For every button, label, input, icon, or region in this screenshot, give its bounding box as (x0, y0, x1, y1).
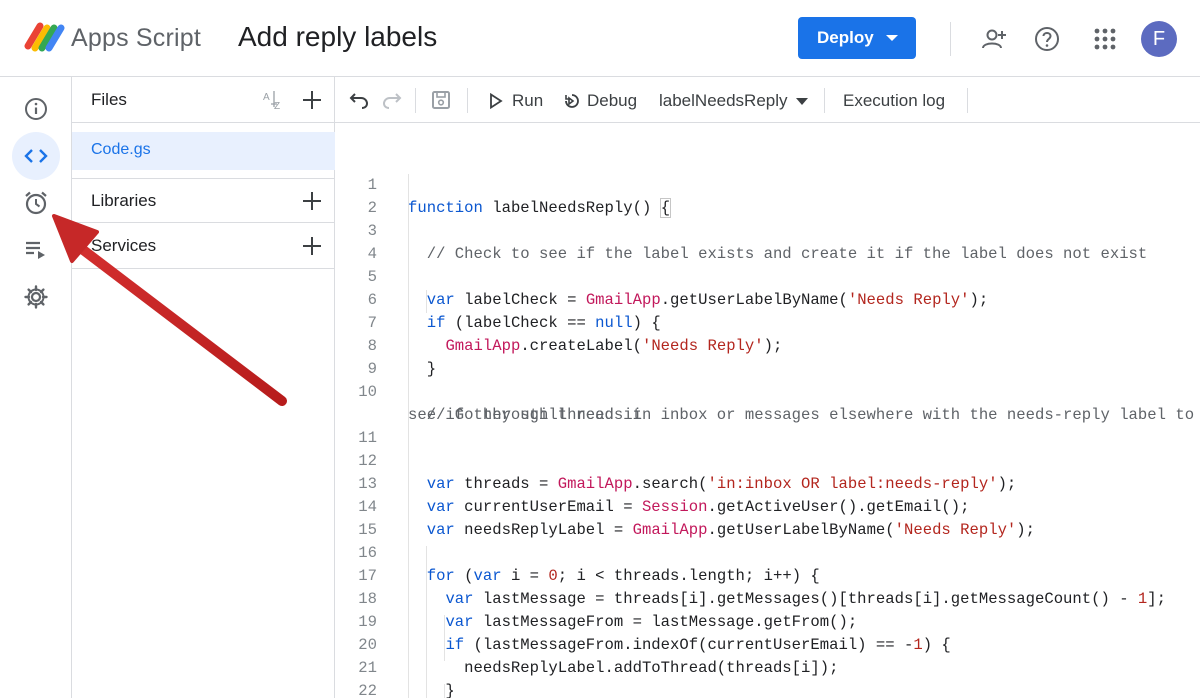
apps-grid-icon[interactable] (1092, 26, 1118, 52)
redo-icon[interactable] (382, 90, 402, 110)
add-file-plus-icon[interactable] (301, 89, 323, 111)
play-icon (490, 93, 503, 109)
code-icon (24, 149, 48, 163)
files-header: Files A Z (72, 77, 335, 123)
debug-icon (565, 94, 579, 108)
code-line: 15 (335, 496, 1200, 539)
user-avatar[interactable]: F (1141, 21, 1177, 57)
file-name: Code.gs (91, 141, 151, 158)
file-item-code-gs[interactable]: Code.gs (72, 132, 335, 170)
code-line: 16 for (var i = 0; i < threads.length; i… (335, 519, 1200, 585)
apps-script-logo[interactable] (24, 20, 66, 52)
function-selector[interactable]: labelNeedsReply (659, 89, 808, 113)
run-button[interactable]: Run (489, 89, 543, 113)
code-line: 5 var labelCheck = GmailApp.getUserLabel… (335, 243, 1200, 309)
add-service-plus-icon[interactable] (301, 235, 323, 257)
run-label: Run (512, 91, 544, 110)
code-line: 22 else { (335, 657, 1200, 698)
svg-text:A: A (263, 92, 270, 103)
files-label: Files (91, 90, 127, 109)
code-text: } (408, 682, 455, 698)
deploy-button[interactable]: Deploy (798, 17, 916, 59)
code-line: 9 (335, 335, 1200, 378)
execution-log-button[interactable]: Execution log (843, 89, 945, 113)
project-title[interactable]: Add reply labels (238, 21, 437, 53)
code-line: 6 if (labelCheck == null) { (335, 266, 1200, 332)
code-line: 17 var lastMessage = threads[i].getMessa… (335, 542, 1200, 608)
code-line-wrap: see if they still need it (335, 381, 1200, 424)
undo-icon[interactable] (349, 90, 369, 110)
save-icon[interactable] (431, 90, 451, 110)
app-header: Apps Script Add reply labels Deploy F (0, 0, 1200, 77)
line-number: 22 (358, 682, 377, 698)
code-line: 19 if (lastMessageFrom.indexOf(currentUs… (335, 588, 1200, 654)
code-line: 3 // Check to see if the label exists an… (335, 197, 1200, 263)
code-editor[interactable]: 1 function labelNeedsReply() { 2 3 // Ch… (335, 123, 1200, 698)
gear-icon (24, 285, 48, 309)
toolbar-divider (467, 88, 468, 113)
code-line: 18 var lastMessageFrom = lastMessage.get… (335, 565, 1200, 631)
code-line: 21 } (335, 634, 1200, 698)
function-name: labelNeedsReply (659, 91, 788, 110)
code-line: 14 var needsReplyLabel = GmailApp.getUse… (335, 473, 1200, 539)
debug-label: Debug (587, 91, 638, 110)
code-line: 1 function labelNeedsReply() { (335, 151, 1200, 218)
alarm-clock-icon (25, 191, 47, 215)
rail-overview[interactable] (12, 85, 60, 133)
code-line: 12 var threads = GmailApp.search('in:inb… (335, 427, 1200, 493)
rail-triggers[interactable] (12, 179, 60, 227)
add-library-plus-icon[interactable] (301, 190, 323, 212)
rail-settings[interactable] (12, 273, 60, 321)
services-row: Services (72, 223, 335, 269)
deploy-label: Deploy (817, 28, 874, 47)
editor-toolbar: Run Debug labelNeedsReply Execution log (335, 77, 1200, 123)
chevron-down-icon (795, 97, 808, 105)
sort-az-icon[interactable]: A Z (262, 89, 288, 111)
help-icon[interactable] (1034, 26, 1060, 52)
rail-executions[interactable] (12, 226, 60, 274)
add-person-icon[interactable] (981, 26, 1007, 52)
code-line: 7 GmailApp.createLabel('Needs Reply'); (335, 289, 1200, 355)
info-icon (25, 98, 47, 120)
svg-text:Z: Z (274, 101, 280, 111)
execution-log-label: Execution log (843, 91, 946, 110)
code-line: 2 (335, 174, 1200, 217)
code-line: 11 (335, 404, 1200, 447)
app-brand: Apps Script (71, 24, 202, 52)
libraries-label: Libraries (91, 191, 157, 210)
toolbar-divider (415, 88, 416, 113)
code-line: 8 } (335, 312, 1200, 378)
chevron-down-icon (886, 35, 898, 41)
code-line: 13 var currentUserEmail = Session.getAct… (335, 450, 1200, 516)
toolbar-divider (967, 88, 968, 113)
rail-editor[interactable] (12, 132, 60, 180)
libraries-row: Libraries (72, 178, 335, 223)
debug-button[interactable]: Debug (563, 89, 637, 113)
code-line: 20 needsReplyLabel.addToThread(threads[i… (335, 611, 1200, 677)
executions-list-icon (26, 241, 45, 259)
code-line: 4 (335, 220, 1200, 263)
left-rail (0, 77, 72, 698)
code-line: 10 // Go through threads in inbox or mes… (335, 358, 1200, 424)
services-label: Services (91, 236, 157, 255)
files-panel: Files A Z Code.gs Libraries Services (72, 77, 335, 698)
toolbar-divider (824, 88, 825, 113)
header-divider (950, 22, 951, 56)
